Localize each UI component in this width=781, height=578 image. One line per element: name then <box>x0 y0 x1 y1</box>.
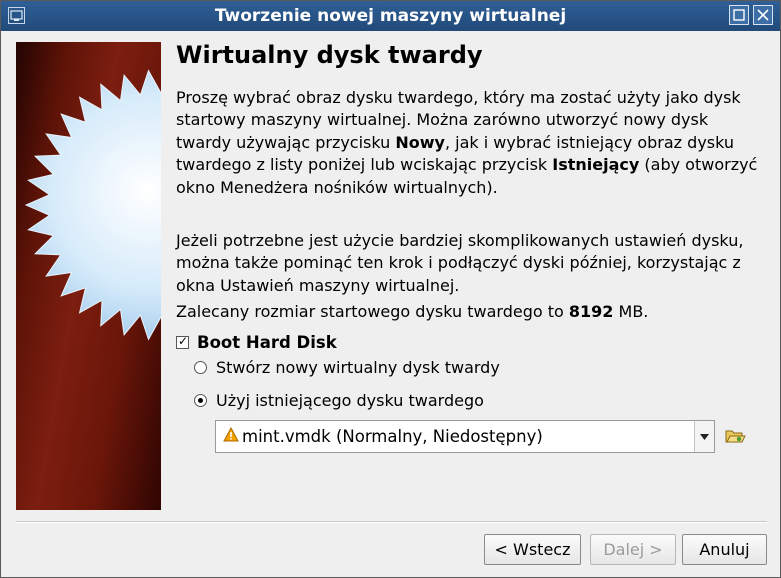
button-separator <box>16 521 767 523</box>
chevron-down-icon[interactable] <box>694 421 714 452</box>
page-heading: Wirtualny dysk twardy <box>176 41 483 69</box>
create-new-disk-label[interactable]: Stwórz nowy wirtualny dysk twardy <box>216 358 500 377</box>
recommended-size-paragraph: Zalecany rozmiar startowego dysku twarde… <box>176 301 761 323</box>
use-existing-disk-label[interactable]: Użyj istniejącego dysku twardego <box>216 391 484 410</box>
disk-select-value: mint.vmdk (Normalny, Niedostępny) <box>242 427 543 446</box>
window-title: Tworzenie nowej maszyny wirtualnej <box>214 6 567 26</box>
use-existing-disk-radio[interactable]: Użyj istniejącego dysku twardego <box>194 389 484 411</box>
warning-icon <box>223 426 239 446</box>
advanced-paragraph: Jeżeli potrzebne jest użycie bardziej sk… <box>176 231 744 295</box>
next-button[interactable]: Dalej > <box>590 534 676 565</box>
wizard-side-image <box>16 42 161 510</box>
radio-button[interactable] <box>194 360 207 374</box>
size-text-2: MB. <box>613 302 649 321</box>
boot-hard-disk-checkbox[interactable]: Boot Hard Disk <box>176 331 337 353</box>
intro-bold-existing: Istniejący <box>552 155 640 175</box>
back-button[interactable]: < Wstecz <box>484 534 581 565</box>
close-icon[interactable] <box>753 5 773 25</box>
intro-bold-new: Nowy <box>395 132 445 152</box>
title-bar[interactable]: Tworzenie nowej maszyny wirtualnej <box>1 1 780 31</box>
boot-hard-disk-label[interactable]: Boot Hard Disk <box>197 333 337 352</box>
folder-open-icon[interactable] <box>724 426 746 446</box>
wizard-window: Tworzenie nowej maszyny wirtualnej Wirtu… <box>0 0 781 578</box>
disk-select[interactable]: mint.vmdk (Normalny, Niedostępny) <box>215 420 715 453</box>
size-text-1: Zalecany rozmiar startowego dysku twarde… <box>176 302 569 321</box>
checkbox-box[interactable] <box>176 334 189 349</box>
cancel-button[interactable]: Anuluj <box>682 534 767 565</box>
radio-button-selected[interactable] <box>194 393 207 407</box>
maximize-icon[interactable] <box>729 5 749 25</box>
intro-paragraph: Proszę wybrać obraz dysku twardego, któr… <box>176 87 761 199</box>
recommended-size-value: 8192 <box>568 302 614 321</box>
create-new-disk-radio[interactable]: Stwórz nowy wirtualny dysk twardy <box>194 356 500 378</box>
